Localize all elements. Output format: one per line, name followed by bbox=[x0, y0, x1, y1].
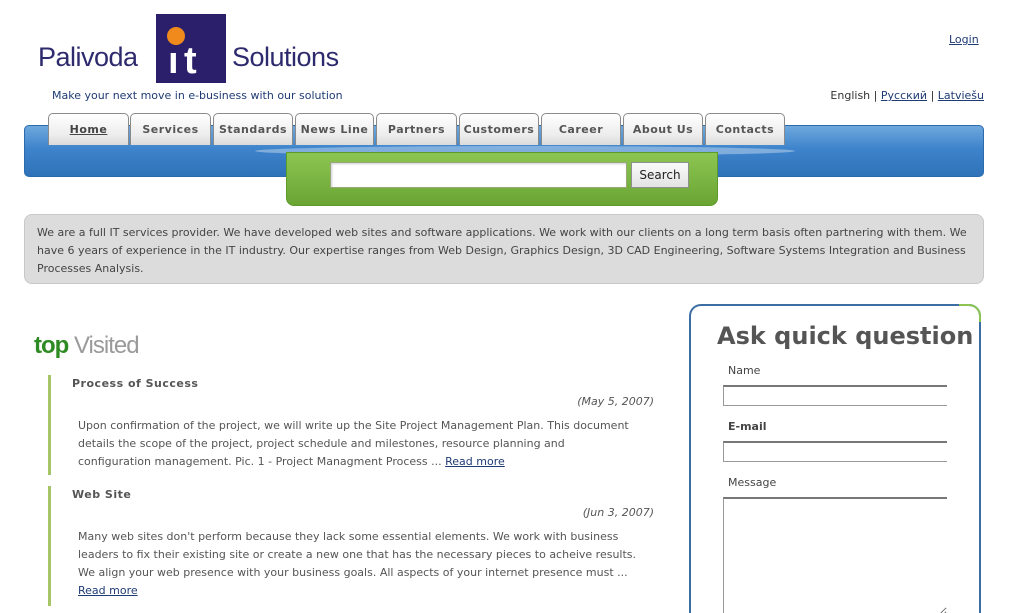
ask-question-title: Ask quick question bbox=[717, 322, 974, 350]
read-more-link[interactable]: Read more bbox=[78, 584, 138, 597]
email-field[interactable] bbox=[723, 441, 947, 462]
logo-it-box: ıt bbox=[156, 14, 226, 83]
panel-corner-accent bbox=[959, 304, 981, 322]
search-button[interactable]: Search bbox=[631, 162, 689, 188]
tab-news-line[interactable]: News Line bbox=[295, 113, 374, 145]
tab-home[interactable]: Home bbox=[48, 113, 129, 145]
tab-contacts[interactable]: Contacts bbox=[705, 113, 785, 145]
article-excerpt: Upon confirmation of the project, we wil… bbox=[78, 419, 629, 468]
article-date: (Jun 3, 2007) bbox=[582, 506, 654, 519]
lang-russian-link[interactable]: Русский bbox=[881, 89, 927, 102]
tab-partners[interactable]: Partners bbox=[376, 113, 457, 145]
logo-letter-i: ı bbox=[168, 40, 179, 82]
tab-services[interactable]: Services bbox=[130, 113, 211, 145]
article-title[interactable]: Process of Success bbox=[72, 377, 198, 390]
tagline: Make your next move in e-business with o… bbox=[52, 89, 343, 102]
logo-word-solutions: Solutions bbox=[232, 42, 339, 72]
article-item: Web Site (Jun 3, 2007) Many web sites do… bbox=[48, 486, 658, 606]
article-title[interactable]: Web Site bbox=[72, 488, 131, 501]
tab-about-us[interactable]: About Us bbox=[623, 113, 703, 145]
lang-latvian-link[interactable]: Latviešu bbox=[938, 89, 984, 102]
intro-text: We are a full IT services provider. We h… bbox=[24, 214, 984, 284]
tab-standards[interactable]: Standards bbox=[213, 113, 293, 145]
lang-separator: | bbox=[930, 89, 935, 102]
article-item: Process of Success (May 5, 2007) Upon co… bbox=[48, 375, 658, 475]
read-more-link[interactable]: Read more bbox=[445, 455, 505, 468]
tab-customers[interactable]: Customers bbox=[459, 113, 539, 145]
name-field[interactable] bbox=[723, 385, 947, 406]
article-body: Upon confirmation of the project, we wil… bbox=[78, 417, 638, 471]
login-link[interactable]: Login bbox=[949, 33, 979, 46]
article-date: (May 5, 2007) bbox=[577, 395, 654, 408]
top-visited-heading-visited: Visited bbox=[73, 332, 140, 359]
article-body: Many web sites don't perform because the… bbox=[78, 528, 638, 600]
logo-letter-t: t bbox=[184, 40, 197, 82]
logo-word-palivoda: Palivoda bbox=[38, 42, 138, 72]
article-excerpt: Many web sites don't perform because the… bbox=[78, 530, 637, 579]
top-visited-heading-top: top bbox=[34, 332, 69, 359]
email-label: E-mail bbox=[728, 420, 767, 433]
tab-career[interactable]: Career bbox=[541, 113, 621, 145]
top-visited-heading: top Visited bbox=[34, 332, 140, 360]
language-switcher: English | Русский | Latviešu bbox=[830, 89, 984, 102]
logo-it-text: ıt bbox=[168, 40, 197, 82]
message-field[interactable] bbox=[723, 497, 947, 613]
message-label: Message bbox=[728, 476, 777, 489]
lang-english: English bbox=[830, 89, 871, 102]
search-input[interactable] bbox=[330, 162, 627, 188]
lang-separator: | bbox=[873, 89, 878, 102]
name-label: Name bbox=[728, 364, 761, 377]
